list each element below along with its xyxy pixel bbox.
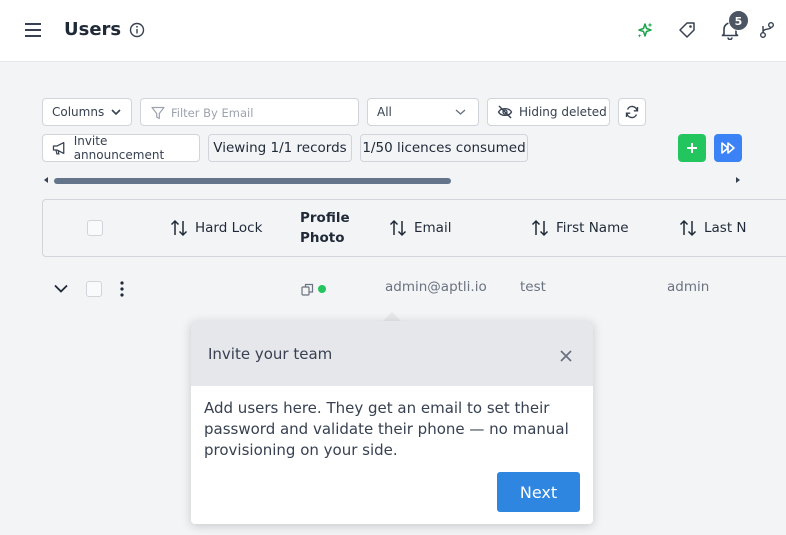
viewing-records-badge: Viewing 1/1 records xyxy=(208,134,352,162)
sort-icon xyxy=(389,219,407,237)
hiding-deleted-label: Hiding deleted xyxy=(519,105,607,119)
column-last-name[interactable]: Last N xyxy=(679,219,747,237)
scroll-left-arrow[interactable] xyxy=(44,177,48,183)
row-first-name: test xyxy=(520,279,546,295)
scroll-right-arrow[interactable] xyxy=(736,177,740,183)
chevron-down-icon xyxy=(455,109,466,115)
row-last-name: admin xyxy=(667,279,710,295)
select-all-checkbox[interactable] xyxy=(87,220,103,236)
sort-icon xyxy=(531,219,549,237)
row-email: admin@aptli.io xyxy=(385,279,487,295)
notification-badge[interactable]: 5 xyxy=(728,10,749,31)
chevron-down-icon[interactable] xyxy=(54,284,68,293)
column-hard-lock-label: Hard Lock xyxy=(195,220,263,236)
invite-announcement-button[interactable]: Invite announcement xyxy=(42,134,200,162)
email-filter-field[interactable] xyxy=(140,98,359,126)
chevron-down-icon xyxy=(111,109,121,116)
info-icon[interactable] xyxy=(129,22,145,38)
sort-icon xyxy=(170,219,188,237)
sparkle-icon[interactable] xyxy=(636,21,654,39)
popover-body: Add users here. They get an email to set… xyxy=(204,399,569,459)
table-header: Hard Lock Profile Photo Email First Name… xyxy=(42,199,786,257)
invite-announcement-label: Invite announcement xyxy=(73,134,165,162)
column-hard-lock[interactable]: Hard Lock xyxy=(170,219,262,237)
add-user-button[interactable] xyxy=(678,134,706,162)
refresh-button[interactable] xyxy=(618,98,646,126)
copy-icon[interactable] xyxy=(301,283,314,296)
branch-icon[interactable] xyxy=(759,21,775,39)
horizontal-scrollbar-thumb[interactable] xyxy=(54,178,451,184)
tag-icon[interactable] xyxy=(678,21,696,39)
fast-forward-icon xyxy=(721,142,735,154)
hiding-deleted-toggle[interactable]: Hiding deleted xyxy=(487,98,610,126)
table-row: admin@aptli.io test admin xyxy=(42,270,786,306)
column-profile-photo-line1: Profile xyxy=(300,210,350,226)
column-profile-photo-line2: Photo xyxy=(300,230,345,246)
status-select[interactable]: All xyxy=(367,98,479,126)
popover-header: Invite your team xyxy=(191,321,593,386)
onboarding-popover: Invite your team Add users here. They ge… xyxy=(191,321,593,524)
plus-icon xyxy=(687,143,697,153)
top-bar: Users 5 xyxy=(0,0,786,62)
column-email[interactable]: Email xyxy=(389,219,451,237)
licences-consumed-badge: 1/50 licences consumed xyxy=(360,134,528,162)
filter-icon xyxy=(151,106,165,120)
eye-off-icon xyxy=(497,105,513,119)
megaphone-icon xyxy=(52,141,65,155)
column-first-name-label: First Name xyxy=(556,220,629,236)
columns-label: Columns xyxy=(52,105,105,119)
row-checkbox[interactable] xyxy=(86,281,102,297)
refresh-icon xyxy=(625,105,639,119)
popover-title: Invite your team xyxy=(208,345,333,363)
email-filter-input[interactable] xyxy=(171,104,351,122)
menu-icon[interactable] xyxy=(24,21,44,39)
next-button[interactable]: Next xyxy=(497,472,580,512)
columns-button[interactable]: Columns xyxy=(42,98,132,126)
close-icon[interactable] xyxy=(559,349,573,363)
online-status-dot xyxy=(318,285,326,293)
page-title: Users xyxy=(64,19,122,40)
column-last-name-label: Last N xyxy=(704,220,747,236)
column-email-label: Email xyxy=(414,220,452,236)
column-first-name[interactable]: First Name xyxy=(531,219,629,237)
kebab-icon[interactable] xyxy=(119,281,125,297)
status-select-value: All xyxy=(377,105,392,119)
sort-icon xyxy=(679,219,697,237)
fast-forward-button[interactable] xyxy=(714,134,742,162)
column-profile-photo: Profile Photo xyxy=(300,208,350,248)
